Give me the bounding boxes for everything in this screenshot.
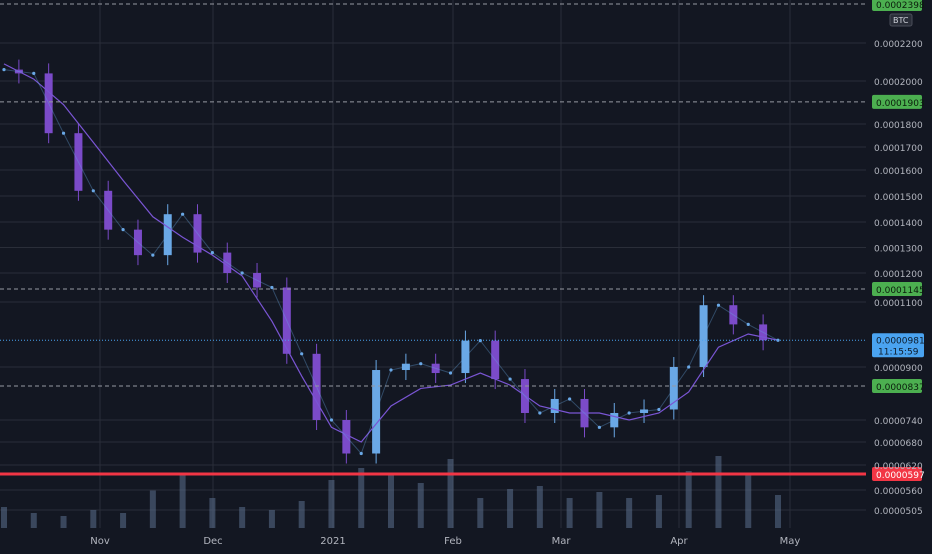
y-tick-label: 0.0002200 — [874, 40, 923, 50]
x-tick-label: Nov — [90, 536, 110, 547]
data-point — [508, 377, 512, 381]
data-point — [121, 228, 125, 232]
volume-bar — [477, 498, 484, 528]
data-point — [181, 212, 185, 216]
data-point — [568, 397, 572, 401]
level-price-label: 0.0001145 — [876, 286, 925, 296]
y-tick-label: 0.0001500 — [874, 193, 923, 203]
data-point — [2, 68, 6, 72]
price-chart[interactable]: 0.0002398 0.0001903 0.0001145 0.0000837 0.00… — [0, 0, 932, 550]
x-tick-label: 2021 — [320, 536, 345, 547]
data-point — [359, 451, 363, 456]
volume-bar — [30, 513, 37, 528]
level-price-label: 0.0001903 — [876, 99, 925, 109]
volume-bar — [715, 456, 722, 528]
volume-bar — [179, 474, 186, 528]
volume-bar — [596, 492, 603, 528]
support-price-label: 0.0000597 — [876, 471, 925, 481]
volume-bar — [149, 490, 156, 528]
y-tick-label: 0.0001800 — [874, 121, 923, 131]
volume-bar — [60, 516, 67, 528]
y-tick-label: 0.0001300 — [874, 245, 923, 255]
x-tick-label: Mar — [552, 536, 572, 547]
data-point — [627, 411, 631, 415]
y-tick-label: 0.0000680 — [874, 439, 923, 449]
y-tick-label: 0.0001700 — [874, 144, 923, 154]
y-tick-label: 0.0000900 — [874, 364, 923, 374]
chart-canvas[interactable]: 0.0002398 0.0001903 0.0001145 0.0000837 0.00… — [0, 0, 932, 550]
data-point — [448, 371, 453, 375]
volume-bar — [358, 468, 365, 528]
y-tick-label: 0.0000740 — [874, 417, 923, 427]
x-tick-label: May — [780, 536, 801, 547]
x-tick-label: Feb — [444, 536, 462, 547]
symbol-badge-label: BTC — [893, 16, 909, 25]
volume-bar — [417, 483, 424, 528]
volume-bar — [566, 498, 573, 528]
data-point — [329, 418, 334, 422]
data-point — [210, 251, 214, 255]
volume-bar — [626, 498, 633, 528]
y-tick-label: 0.0000505 — [874, 507, 923, 517]
volume-bar — [268, 510, 275, 528]
y-tick-label: 0.0000560 — [874, 487, 923, 497]
chart-background — [0, 0, 932, 550]
data-point — [538, 411, 542, 415]
volume-bar — [120, 513, 127, 528]
current-price-label: 0.0000981 — [876, 336, 925, 346]
volume-bar — [507, 489, 514, 528]
volume-bar — [328, 480, 335, 528]
countdown-label: 11:15:59 — [878, 347, 919, 357]
data-point — [597, 425, 601, 429]
volume-bar — [1, 507, 7, 528]
level-price-label: 0.0002398 — [876, 1, 925, 11]
volume-bar — [298, 501, 305, 528]
volume-bar — [775, 495, 781, 528]
y-tick-label: 0.0000620 — [874, 462, 923, 472]
volume-bar — [745, 474, 752, 528]
y-tick-label: 0.0001100 — [874, 299, 923, 309]
volume-bar — [209, 498, 216, 528]
x-tick-label: Dec — [203, 536, 222, 547]
volume-bar — [388, 474, 394, 528]
volume-bar — [536, 486, 543, 528]
volume-bar — [655, 495, 662, 528]
volume-bar — [239, 507, 246, 528]
y-tick-label: 0.0001200 — [874, 270, 923, 280]
data-point — [687, 365, 691, 369]
data-point — [240, 271, 244, 275]
data-point — [91, 189, 95, 193]
y-tick-label: 0.0001600 — [874, 167, 923, 177]
data-point — [389, 368, 393, 372]
data-point — [419, 362, 423, 366]
data-point — [657, 407, 661, 412]
y-tick-label: 0.0002000 — [874, 78, 923, 88]
volume-bar — [447, 459, 454, 528]
volume-bar — [685, 471, 692, 528]
data-point — [300, 352, 304, 356]
volume-bar — [90, 510, 97, 528]
data-point — [61, 131, 66, 135]
data-point — [151, 253, 155, 257]
y-tick-label: 0.0001400 — [874, 219, 923, 229]
level-price-label: 0.0000837 — [876, 383, 925, 393]
data-point — [32, 71, 36, 75]
x-tick-label: Apr — [670, 536, 688, 547]
data-point — [716, 303, 721, 307]
data-point — [746, 322, 750, 326]
